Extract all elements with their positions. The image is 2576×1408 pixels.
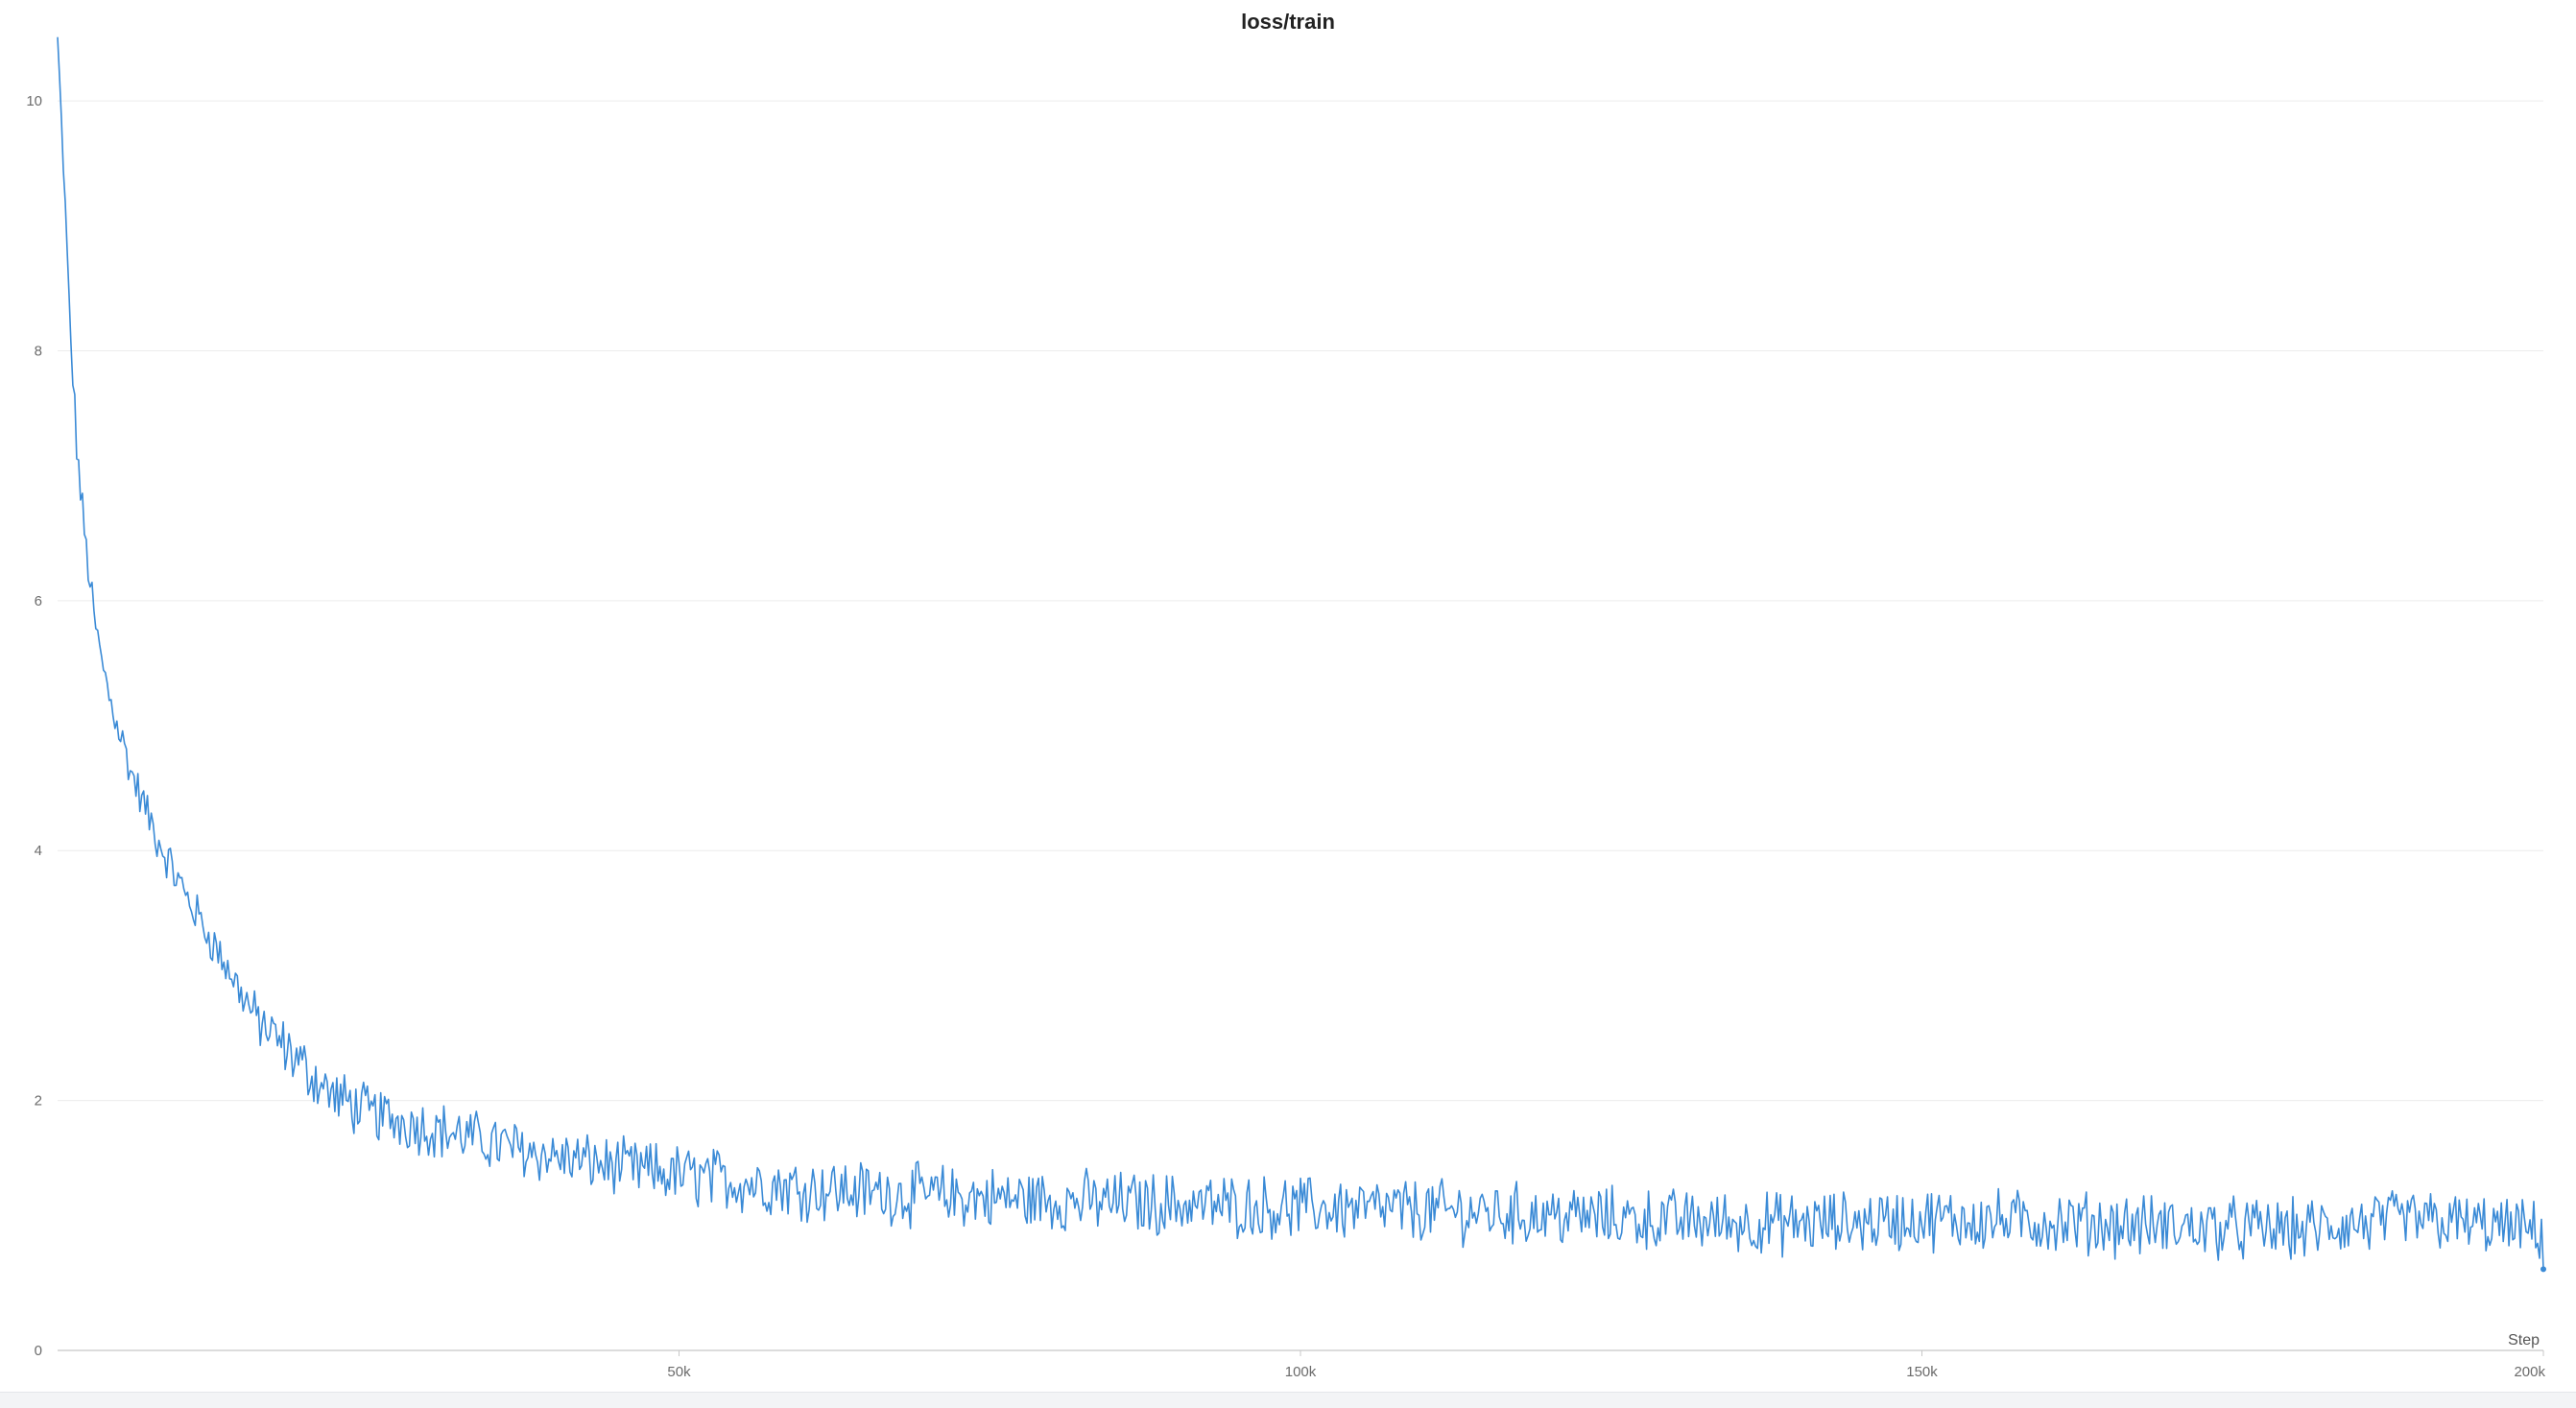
- y-tick-label: 6: [35, 593, 42, 609]
- x-tick-label: 100k: [1285, 1364, 1317, 1380]
- panel-bottom-bar: [0, 1392, 2576, 1408]
- y-tick-label: 10: [26, 93, 42, 109]
- series-line: [57, 36, 2544, 1270]
- x-axis-title: Step: [2508, 1332, 2540, 1348]
- gridlines: [58, 100, 2543, 1102]
- x-tick-label: 50k: [667, 1364, 691, 1380]
- y-tick-label: 2: [35, 1093, 42, 1110]
- series-last-point: [2540, 1266, 2546, 1273]
- y-tick-label: 0: [35, 1343, 42, 1359]
- x-tick-label: 200k: [2514, 1364, 2545, 1380]
- y-tick-label: 4: [35, 843, 42, 859]
- chart-panel: loss/train 0 2 4 6 8 10 50k 100k 150k 200k Step: [0, 0, 2576, 1408]
- series-layer: [57, 36, 2546, 1273]
- plot-area[interactable]: 0 2 4 6 8 10 50k 100k 150k 200k Step: [0, 0, 2576, 1407]
- x-tick-label: 150k: [1906, 1364, 1938, 1380]
- y-tick-label: 8: [35, 343, 42, 359]
